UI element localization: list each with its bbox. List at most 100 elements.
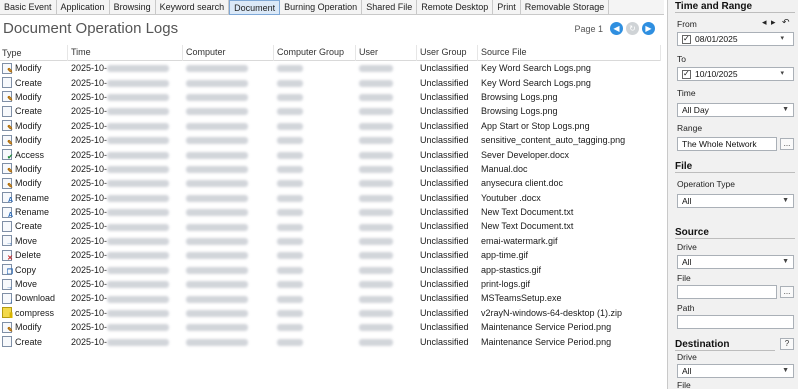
column-header-type[interactable]: Type <box>0 45 68 61</box>
table-row[interactable]: → Move 2025-10- Unclassified print-logs.gif <box>0 277 661 291</box>
tab-removable-storage[interactable]: Removable Storage <box>521 0 610 15</box>
help-button[interactable]: ? <box>780 338 794 350</box>
column-header-computer-group[interactable]: Computer Group <box>274 45 356 61</box>
tab-application[interactable]: Application <box>57 0 110 15</box>
redacted-value <box>277 94 303 102</box>
to-enabled-checkbox[interactable] <box>682 68 691 80</box>
time-label: Time <box>677 88 696 98</box>
table-body: ✎ Modify 2025-10- Unclassified Key Word Sear… <box>0 61 661 349</box>
tab-print[interactable]: Print <box>493 0 521 15</box>
source-path-field[interactable] <box>677 315 794 329</box>
table-row[interactable]: A Rename 2025-10- Unclassified New Text Docu… <box>0 205 661 219</box>
tab-basic-event[interactable]: Basic Event <box>0 0 57 15</box>
type-cell: ✎ Modify <box>0 90 68 104</box>
next-page-button[interactable]: ▶ <box>642 22 655 35</box>
range-browse-button[interactable]: ... <box>780 138 794 150</box>
tab-browsing[interactable]: Browsing <box>110 0 156 15</box>
time-select[interactable]: All Day ▼ <box>677 103 794 117</box>
redacted-value <box>277 324 303 332</box>
to-spinner-icon[interactable]: ▾ <box>780 68 784 80</box>
column-header-user[interactable]: User <box>356 45 417 61</box>
table-row[interactable]: ❐ Copy 2025-10- Unclassified app-stastics.gi… <box>0 262 661 276</box>
redacted-value <box>359 295 393 303</box>
filter-panel: Time and Range From ◂ ▸ ↶ 08/01/2025 ▾ T… <box>667 0 798 389</box>
refresh-button[interactable]: ↻ <box>626 22 639 35</box>
table-row[interactable]: ✎ Modify 2025-10- Unclassified anysecura cli… <box>0 176 661 190</box>
tab-keyword-search[interactable]: Keyword search <box>156 0 230 15</box>
redacted-value <box>186 194 248 202</box>
redacted-value <box>186 338 248 346</box>
table-row[interactable]: ✎ Modify 2025-10- Unclassified Manual.doc <box>0 162 661 176</box>
range-field[interactable]: The Whole Network <box>677 137 777 151</box>
computer-group-cell <box>274 90 356 104</box>
user-cell <box>356 61 417 75</box>
column-header-computer[interactable]: Computer <box>183 45 274 61</box>
table-row[interactable]: Create 2025-10- Unclassified Browsing Logs.… <box>0 104 661 118</box>
create-icon <box>2 336 12 348</box>
table-row[interactable]: ✎ Modify 2025-10- Unclassified Key Word Sear… <box>0 61 661 75</box>
table-row[interactable]: ✔ Access 2025-10- Unclassified Sever Develop… <box>0 147 661 161</box>
table-row[interactable]: ✎ Modify 2025-10- Unclassified Maintenance S… <box>0 320 661 334</box>
redacted-value <box>107 194 170 202</box>
copy-icon: ❐ <box>2 264 13 276</box>
destination-drive-select[interactable]: All ▼ <box>677 364 794 378</box>
undo-icon[interactable]: ↶ <box>782 17 790 28</box>
computer-cell <box>183 291 274 305</box>
type-cell: ✔ Access <box>0 148 68 162</box>
to-date-field[interactable]: 10/10/2025 ▾ <box>677 67 794 81</box>
move-icon: → <box>2 278 13 291</box>
destination-drive-label: Drive <box>677 352 697 362</box>
from-date-field[interactable]: 08/01/2025 ▾ <box>677 32 794 46</box>
move-icon: → <box>2 235 13 247</box>
tab-burning-operation[interactable]: Burning Operation <box>280 0 363 15</box>
table-row[interactable]: ✎ Modify 2025-10- Unclassified Browsing Logs… <box>0 90 661 104</box>
operation-type: Modify <box>15 322 42 333</box>
redacted-value <box>359 238 393 245</box>
table-row[interactable]: ✎ Modify 2025-10- Unclassified App Start or … <box>0 119 661 133</box>
tab-document[interactable]: Document <box>229 0 281 15</box>
tab-shared-file[interactable]: Shared File <box>362 0 418 15</box>
column-header-time[interactable]: Time <box>68 45 183 61</box>
redacted-value <box>186 324 248 332</box>
next-arrow-icon[interactable]: ▸ <box>771 17 776 28</box>
prev-arrow-icon[interactable]: ◂ <box>762 17 767 28</box>
source-file-cell: v2rayN-windows-64-desktop (1).zip <box>481 307 623 318</box>
redacted-value <box>107 180 170 188</box>
user-cell <box>356 176 417 190</box>
chevron-down-icon: ▼ <box>782 258 789 265</box>
source-file-field[interactable] <box>677 285 777 299</box>
source-file-cell: Sever Developer.docx <box>481 149 570 160</box>
source-path-label: Path <box>677 303 695 313</box>
table-row[interactable]: ✎ Modify 2025-10- Unclassified sensitive_con… <box>0 133 661 147</box>
computer-group-cell <box>274 277 356 291</box>
computer-cell <box>183 219 274 233</box>
table-row[interactable]: Create 2025-10- Unclassified Maintenance Se… <box>0 334 661 348</box>
source-file-browse-button[interactable]: ... <box>780 286 794 298</box>
user-cell <box>356 133 417 147</box>
column-header-user-group[interactable]: User Group <box>417 45 478 61</box>
operation-type: Modify <box>15 63 42 74</box>
table-row[interactable]: Create 2025-10- Unclassified New Text Docum… <box>0 219 661 233</box>
time-prefix: 2025-10- <box>71 221 108 232</box>
type-cell: A Rename <box>0 205 68 219</box>
from-enabled-checkbox[interactable] <box>682 33 691 45</box>
from-spinner-icon[interactable]: ▾ <box>780 33 784 45</box>
user-group-cell: Unclassified <box>420 221 469 232</box>
operation-type: Rename <box>15 192 50 203</box>
page-title: Document Operation Logs <box>3 20 179 37</box>
table-row[interactable]: → Move 2025-10- Unclassified emai-watermark.… <box>0 234 661 248</box>
previous-page-button[interactable]: ◀ <box>610 22 623 35</box>
table-row[interactable]: Create 2025-10- Unclassified Key Word Searc… <box>0 75 661 89</box>
table-row[interactable]: ✕ Delete 2025-10- Unclassified app-time.gif <box>0 248 661 262</box>
redacted-value <box>186 94 248 102</box>
table-row[interactable]: A Rename 2025-10- Unclassified Youtuber .doc… <box>0 191 661 205</box>
table-row[interactable]: ▮ compress 2025-10- Unclassified v2rayN-wind… <box>0 306 661 320</box>
tab-remote-desktop[interactable]: Remote Desktop <box>417 0 494 15</box>
modify-icon: ✎ <box>2 163 13 175</box>
table-row[interactable]: ↓ Download 2025-10- Unclassified MSTeamsSetu… <box>0 291 661 305</box>
source-drive-select[interactable]: All ▼ <box>677 255 794 269</box>
column-header-source-file[interactable]: Source File <box>478 45 661 61</box>
operation-type-select[interactable]: All ▼ <box>677 194 794 208</box>
destination-heading: Destination <box>675 339 775 351</box>
computer-cell <box>183 248 274 262</box>
